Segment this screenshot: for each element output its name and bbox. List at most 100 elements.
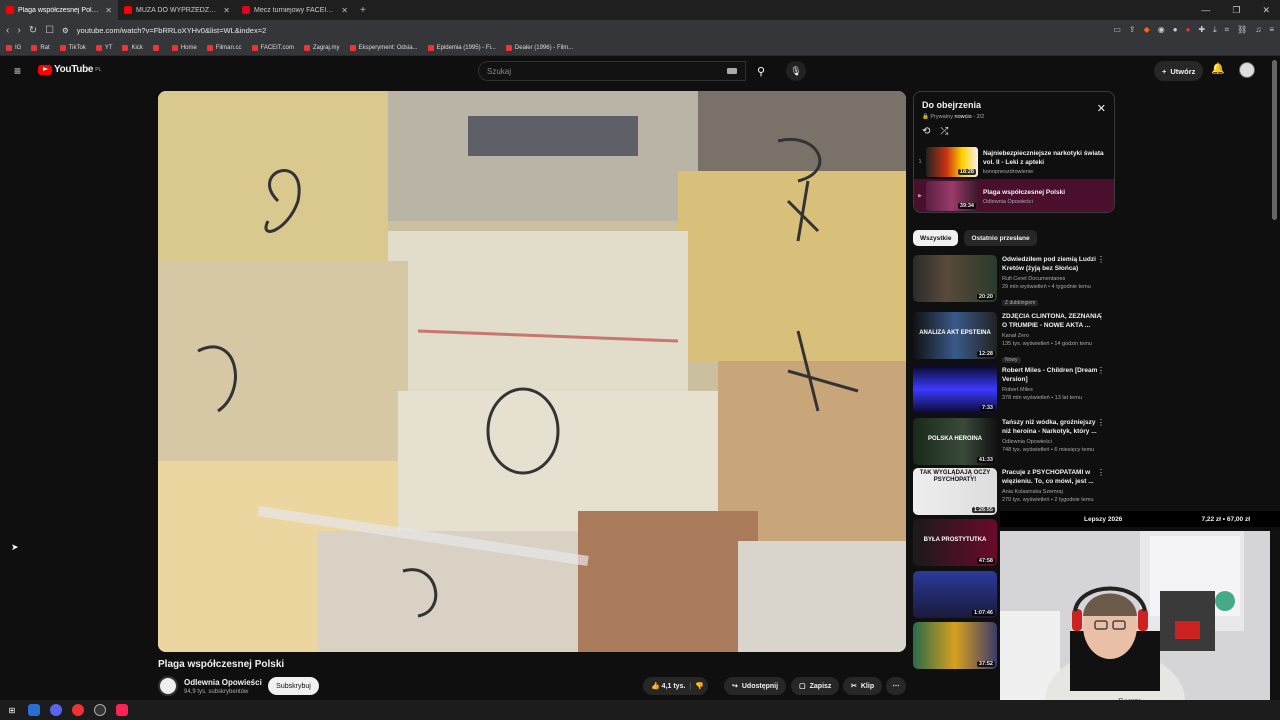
save-button[interactable]: ▢ Zapisz [791, 677, 840, 695]
search-button[interactable]: ⚲ [746, 61, 776, 81]
forward-icon[interactable]: › [17, 25, 20, 36]
scissors-icon: ✂ [851, 683, 857, 690]
more-options-icon[interactable]: ⋮ [1097, 366, 1105, 375]
cast-icon[interactable]: ▭ [1113, 25, 1121, 35]
loop-icon[interactable]: ⟲ [922, 126, 930, 137]
bookmark-item[interactable]: Epidemia (1995) - Fi... [427, 44, 496, 51]
music-icon[interactable]: ♫ [1255, 25, 1261, 35]
extension-icon[interactable]: ● [1173, 25, 1178, 35]
close-playlist-icon[interactable]: ✕ [1097, 102, 1106, 115]
obs-icon[interactable] [94, 704, 106, 716]
recommendation-channel[interactable]: Kanał Zero [1002, 332, 1105, 340]
bookmark-item[interactable]: Dealer (1996) - Film... [505, 44, 573, 51]
puzzle-icon[interactable]: ✚ [1198, 25, 1205, 35]
chrome-icon[interactable] [72, 704, 84, 716]
site-info-icon[interactable]: ⚙ [62, 26, 69, 35]
bookmark-item[interactable] [152, 44, 162, 51]
file-explorer-icon[interactable] [28, 704, 40, 716]
more-options-icon[interactable]: ⋮ [1097, 468, 1105, 477]
bookmark-item[interactable]: IG [6, 44, 21, 51]
playlist-item[interactable]: 1 18:28 Najniebezpieczniejsze narkotyki … [914, 145, 1114, 179]
keyboard-icon[interactable] [727, 68, 737, 74]
more-options-icon[interactable]: ⋮ [1097, 255, 1105, 264]
chip-recent[interactable]: Ostatnio przesłane [964, 230, 1037, 246]
video-player[interactable] [158, 91, 906, 652]
bookmark-item[interactable]: Zagraj.my [303, 44, 340, 51]
share-page-icon[interactable]: ⇪ [1129, 25, 1136, 35]
close-tab-icon[interactable]: ✕ [105, 6, 112, 15]
extension-icon[interactable]: ◉ [1158, 25, 1165, 35]
bookmark-item[interactable]: Rat [31, 44, 50, 51]
playlist-owner[interactable]: nowcio [955, 114, 972, 120]
page-scrollbar[interactable] [1272, 60, 1277, 220]
new-tab-button[interactable]: + [354, 5, 372, 16]
hamburger-menu-icon[interactable]: ≡ [14, 64, 21, 78]
bookmark-favicon-icon [303, 44, 310, 51]
more-actions-button[interactable]: ⋯ [886, 677, 906, 695]
shuffle-icon[interactable]: ⤮ [940, 126, 948, 137]
playlist-item-title: Najniebezpieczniejsze narkotyki świata v… [983, 150, 1104, 166]
share-button[interactable]: ↪ Udostępnij [724, 677, 787, 695]
notifications-bell-icon[interactable]: 🔔 [1211, 62, 1225, 75]
link-icon[interactable]: ⛓ [1237, 25, 1247, 35]
bookmark-item[interactable]: TikTok [59, 44, 86, 51]
browser-tab-2[interactable]: MUZA DO WYPRZEDZANIA BOR ✕ [118, 0, 236, 20]
chip-all[interactable]: Wszystkie [913, 230, 959, 246]
bookmark-item[interactable]: Home [171, 44, 197, 51]
close-tab-icon[interactable]: ✕ [223, 6, 230, 15]
download-icon[interactable]: ⤓ [1213, 25, 1217, 35]
screenshot-icon[interactable]: ⌗ [1225, 25, 1230, 35]
close-window-icon[interactable]: ✕ [1262, 5, 1270, 16]
address-field[interactable]: ⚙ youtube.com/watch?v=FbRRLoXYHv0&list=W… [62, 26, 1105, 35]
bookmark-page-icon[interactable]: ☐ [45, 25, 54, 36]
recommendation-channel[interactable]: Robert Miles [1002, 386, 1105, 394]
faceit-favicon-icon [242, 6, 250, 14]
recommendation-item[interactable]: 20:20 Odwiedziłem pod ziemią Ludzi Kretów… [913, 255, 1115, 306]
subscribe-button[interactable]: Subskrybuj [268, 677, 319, 695]
youtube-logo[interactable]: YouTube PL [38, 64, 101, 75]
playlist-title[interactable]: Do obejrzenia [922, 100, 981, 110]
more-options-icon[interactable]: ⋮ [1097, 418, 1105, 427]
menu-icon[interactable]: ≡ [1269, 25, 1274, 35]
recommendation-meta: 135 tys. wyświetleń • 14 godzin temu [1002, 341, 1092, 347]
recommendation-channel[interactable]: Ania Kolasinska Szemraj [1002, 488, 1105, 496]
back-icon[interactable]: ‹ [6, 25, 9, 36]
bookmark-item[interactable]: Filman.cc [206, 44, 242, 51]
search-input[interactable]: Szukaj [478, 61, 746, 81]
logo-region: PL [95, 66, 102, 73]
voice-search-button[interactable]: 🎙 [786, 61, 806, 81]
clip-button[interactable]: ✂ Klip [843, 677, 883, 695]
create-button[interactable]: + Utwórz [1154, 61, 1204, 81]
bookmark-item[interactable]: FACEIT.com [251, 44, 294, 51]
dislike-icon[interactable]: 👎 [695, 682, 704, 690]
more-options-icon[interactable]: ⋮ [1097, 312, 1105, 321]
brave-shield-icon[interactable]: ◆ [1144, 25, 1150, 35]
bookmark-item[interactable]: Kick [122, 44, 143, 51]
reload-icon[interactable]: ↻ [29, 25, 37, 36]
bookmark-item[interactable]: YT [95, 44, 112, 51]
recommendation-channel[interactable]: Odlewnia Opowieści [1002, 438, 1105, 446]
recommendation-item[interactable]: POLSKA HEROINA 41:33 Tańszy niż wódka, gro… [913, 418, 1115, 468]
duration-badge: 12:28 [976, 351, 995, 357]
brave-browser-icon[interactable] [116, 704, 128, 716]
create-label: Utwórz [1170, 66, 1196, 76]
bookmark-item[interactable]: Eksperyment: Odsia... [349, 44, 418, 51]
close-tab-icon[interactable]: ✕ [341, 6, 348, 15]
maximize-icon[interactable]: ❐ [1232, 5, 1240, 16]
channel-avatar[interactable] [158, 676, 178, 696]
minimize-icon[interactable]: — [1201, 5, 1210, 16]
channel-name[interactable]: Odlewnia Opowieści [184, 678, 262, 687]
recommendation-channel[interactable]: Rufi Ceret Documentaries [1002, 275, 1105, 283]
extension-icon[interactable]: ● [1186, 25, 1191, 35]
windows-start-icon[interactable]: ⊞ [6, 704, 18, 716]
recommendation-item[interactable]: ANALIZA AKT EPSTEINA 12:28 ZDJĘCIA CLINTON… [913, 312, 1115, 363]
playlist-item-current[interactable]: ▶ 39:34 Plaga współczesnej Polski Odlewn… [914, 179, 1114, 212]
user-avatar[interactable] [1239, 62, 1255, 78]
discord-icon[interactable] [50, 704, 62, 716]
duration-badge: 39:34 [957, 203, 976, 209]
recommendation-item[interactable]: 7:33 Robert Miles - Children [Dream Versi… [913, 366, 1115, 416]
browser-tab-3[interactable]: Mecz turniejowy FACEIT - FACEIT.com ✕ [236, 0, 354, 20]
extensions-area: ▭ ⇪ ◆ ◉ ● ● ✚ ⤓ ⌗ ⛓ ♫ ≡ [1113, 25, 1274, 35]
browser-tab-1[interactable]: Plaga współczesnej Polski - Yo ✕ [0, 0, 118, 20]
like-button[interactable]: 👍 4,1 tys. [651, 682, 685, 690]
